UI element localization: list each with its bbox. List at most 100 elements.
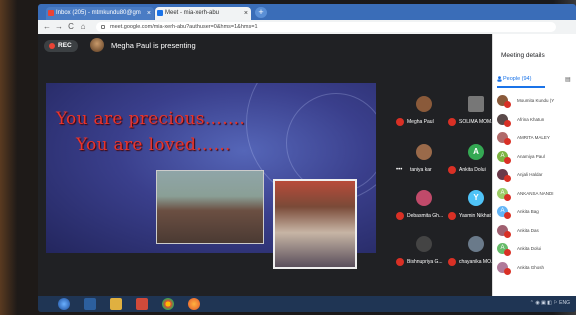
avatar (416, 236, 432, 252)
tab-meet[interactable]: Meet - mia-xerh-abu × (155, 7, 251, 20)
more-options-icon[interactable]: ••• (396, 166, 402, 174)
mic-off-icon (504, 267, 511, 275)
gmail-icon (48, 10, 54, 16)
close-tab-icon[interactable]: × (147, 7, 151, 20)
ie-icon[interactable] (84, 298, 96, 310)
tab-inbox[interactable]: Inbox (205) - mtmkundu80@gm × (46, 7, 154, 20)
media-player-icon[interactable] (136, 298, 148, 310)
meeting-details-panel: Meeting details People (94) ▤ Moumita Ku… (492, 34, 576, 296)
address-bar-row: ← → C ⌂ meet.google.com/mia-xerh-abu?aut… (38, 20, 576, 34)
mic-off-icon (504, 175, 511, 182)
record-dot-icon (49, 43, 55, 49)
list-item[interactable]: AMRITA MALEY (493, 129, 576, 148)
avatar (416, 144, 432, 160)
forward-icon[interactable]: → (54, 21, 64, 33)
mic-off-icon (448, 258, 456, 266)
people-list: Moumita Kundu (Y Afrina Khatun AMRITA MA… (493, 92, 576, 277)
decorative-swirl (286, 93, 376, 193)
mic-off-icon (396, 212, 404, 220)
rec-label: REC (58, 42, 72, 49)
recording-indicator[interactable]: REC (44, 40, 78, 52)
mic-off-icon (504, 212, 511, 219)
mic-off-icon (448, 118, 456, 126)
list-item[interactable]: A Ankita Bag (493, 203, 576, 222)
participant-name: SOLIMA MOM... (459, 119, 496, 125)
participant-tile[interactable]: Bishnupriya G... (396, 230, 452, 274)
tab-people[interactable]: People (94) (503, 76, 531, 82)
mic-off-icon (448, 212, 456, 220)
participant-name: Ankita Dolui (459, 167, 486, 173)
tab-title: Inbox (205) - mtmkundu80@gm (56, 10, 141, 16)
list-item[interactable]: Anjali Haldar (493, 166, 576, 185)
windows-taskbar: ⌃ ◉ ▣ ◧ ⚐ ENG (38, 296, 576, 312)
list-item[interactable]: A Anamiya Paul (493, 148, 576, 167)
mic-off-icon (504, 101, 511, 108)
mic-off-icon (396, 118, 404, 126)
person-name: Ankita Das (517, 227, 539, 233)
person-name: Anamiya Paul (517, 153, 545, 159)
avatar (90, 38, 104, 52)
person-name: Ankita Ghosh (517, 264, 545, 270)
start-button-icon[interactable] (58, 298, 70, 310)
participant-name: taniya kar (410, 167, 432, 173)
mic-off-icon (504, 156, 511, 164)
avatar (468, 236, 484, 252)
mic-off-icon (504, 249, 511, 256)
avatar: Y (468, 190, 484, 206)
home-icon[interactable]: ⌂ (78, 21, 88, 33)
url-text: meet.google.com/mia-xerh-abu?authuser=0&… (110, 24, 258, 30)
active-tab-indicator (497, 86, 545, 88)
file-explorer-icon[interactable] (110, 298, 122, 310)
person-name: Ankita Dolui (517, 246, 542, 251)
slide-text-line-1: You are precious……. (56, 109, 246, 129)
participant-name: Debasmita Gh... (407, 213, 444, 219)
presenting-label: Megha Paul is presenting (111, 41, 196, 50)
participant-name: Megha Paul (407, 119, 434, 125)
close-tab-icon[interactable]: × (244, 7, 248, 20)
meet-icon (157, 10, 163, 16)
mic-off-icon (504, 193, 511, 201)
slide-text-line-2: You are loved…… (76, 135, 231, 155)
system-tray[interactable]: ⌃ ◉ ▣ ◧ ⚐ ENG (530, 300, 570, 306)
participant-tile[interactable]: Megha Paul (396, 90, 452, 134)
list-item[interactable]: A ANKANSA NANDI (493, 185, 576, 204)
browser-tab-bar: Inbox (205) - mtmkundu80@gm × Meet - mia… (38, 4, 576, 20)
panel-title: Meeting details (501, 52, 545, 59)
mic-off-icon (504, 230, 511, 238)
lock-icon (101, 25, 105, 29)
person-name: AMRITA MALEY (517, 135, 550, 140)
list-item[interactable]: Ankita Ghosh (493, 259, 576, 278)
person-name: Moumita Kundu (Y (517, 98, 555, 103)
laptop-screen: Inbox (205) - mtmkundu80@gm × Meet - mia… (38, 4, 576, 312)
avatar (416, 190, 432, 206)
chat-icon[interactable]: ▤ (565, 76, 571, 83)
participant-name: chayanika MO... (459, 259, 496, 265)
participant-tile[interactable]: ••• taniya kar (396, 138, 452, 182)
people-icon (497, 76, 502, 82)
person-name: Afrina Khatun (517, 116, 545, 122)
photo-caption-strip (281, 256, 353, 262)
list-item[interactable]: A Ankita Dolui (493, 240, 576, 259)
slide-group-photo-left (156, 170, 264, 244)
chrome-icon[interactable] (162, 298, 174, 310)
mic-off-icon (448, 166, 456, 174)
mic-off-icon (396, 258, 404, 266)
mic-off-icon (504, 119, 511, 127)
person-name: ANKANSA NANDI (517, 190, 554, 196)
person-name: Anjali Haldar (517, 172, 543, 177)
list-item[interactable]: Ankita Das (493, 222, 576, 241)
url-field[interactable]: meet.google.com/mia-xerh-abu?authuser=0&… (96, 22, 556, 32)
tab-title: Meet - mia-xerh-abu (165, 10, 220, 16)
list-item[interactable]: Moumita Kundu (Y (493, 92, 576, 111)
participant-name: Yasmin Nikhat (459, 213, 491, 219)
avatar (416, 96, 432, 112)
person-name: Ankita Bag (517, 209, 539, 214)
list-item[interactable]: Afrina Khatun (493, 111, 576, 130)
avatar (468, 96, 484, 112)
mic-off-icon (504, 138, 511, 145)
firefox-icon[interactable] (188, 298, 200, 310)
reload-icon[interactable]: C (66, 21, 76, 33)
participant-tile[interactable]: Debasmita Gh... (396, 184, 452, 228)
back-icon[interactable]: ← (42, 21, 52, 33)
new-tab-button[interactable]: + (255, 7, 267, 18)
